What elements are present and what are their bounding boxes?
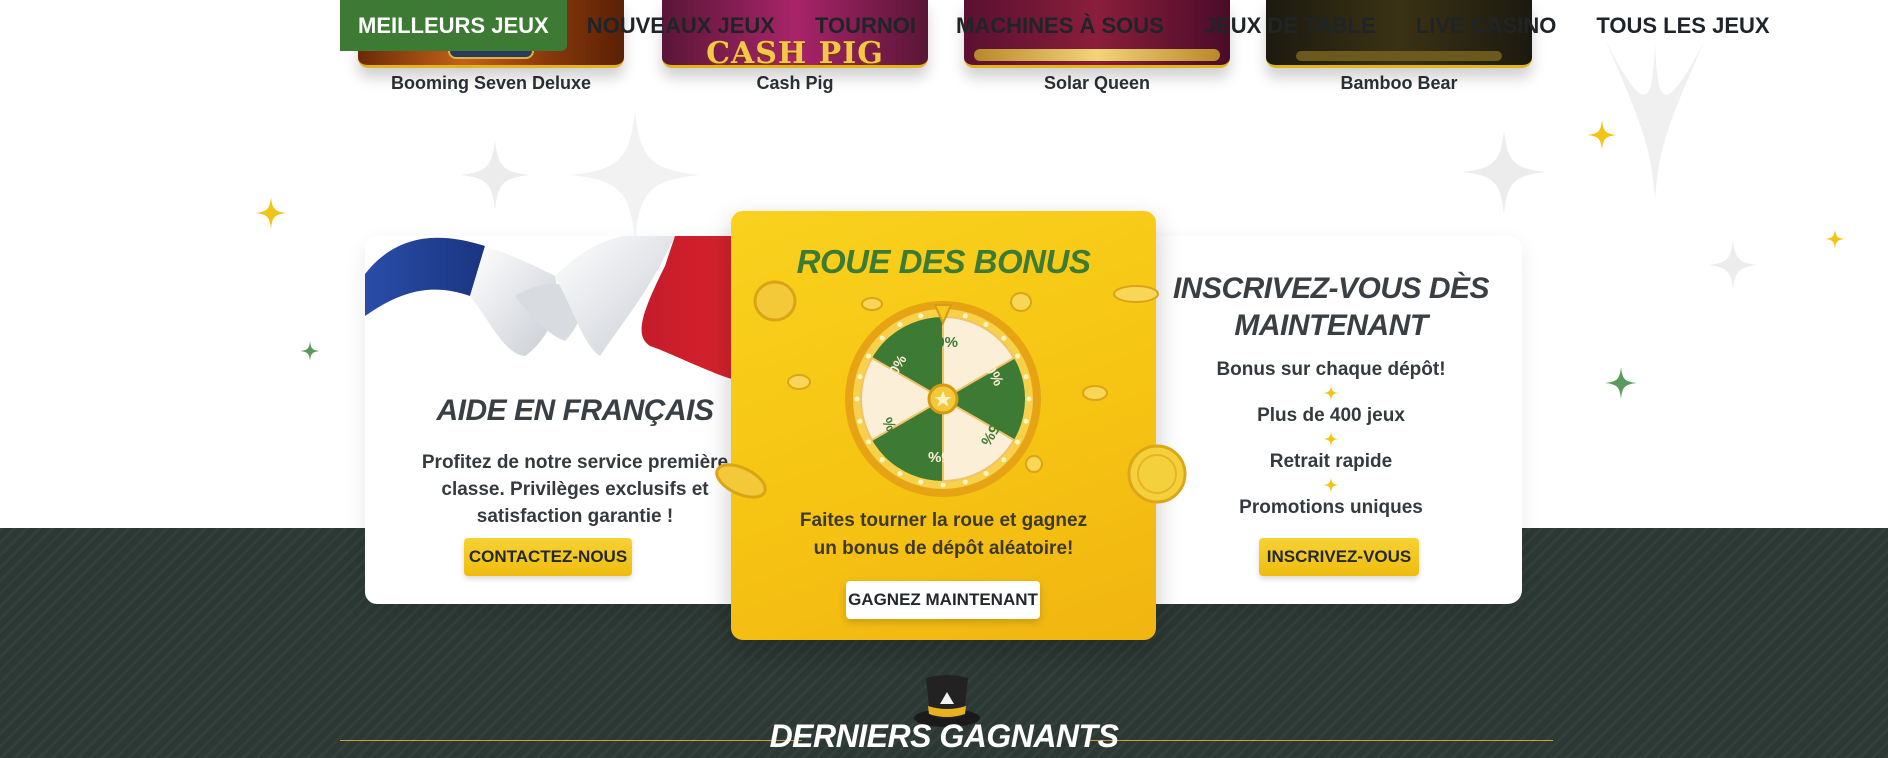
wheel-light	[918, 479, 924, 485]
contact-us-button[interactable]: CONTACTEZ-NOUS	[464, 538, 632, 576]
nav-tab-live-casino[interactable]: LIVE CASINO	[1396, 0, 1577, 51]
decorative-sparkle-icon	[1587, 120, 1617, 150]
wheel-segment-label: 25%	[928, 448, 958, 465]
decorative-sparkle-icon	[1605, 40, 1705, 200]
signup-feature-list: Bonus sur chaque dépôt! Plus de 400 jeux…	[1140, 358, 1522, 520]
bonus-wheel-card: ROUE DES BONUS 50% 30% 75% 25% 40% 100% …	[715, 211, 1187, 640]
wheel-light	[983, 470, 989, 476]
feature-item: Bonus sur chaque dépôt!	[1216, 359, 1446, 380]
game-category-nav: MEILLEURS JEUX NOUVEAUX JEUX TOURNOI MAC…	[340, 0, 1790, 51]
bonus-wheel-title: ROUE DES BONUS	[796, 243, 1091, 280]
wheel-light	[857, 374, 863, 380]
bonus-wheel[interactable]: 50% 30% 75% 25% 40% 100%	[843, 299, 1043, 499]
wheel-light	[866, 353, 872, 359]
gold-coin-icon	[1113, 285, 1159, 303]
decorative-sparkle-icon	[1462, 130, 1546, 214]
gold-coin-icon	[1082, 385, 1108, 401]
latest-winners-title: DERNIERS GAGNANTS	[769, 718, 1119, 754]
wheel-light	[857, 418, 863, 424]
wheel-light	[1023, 374, 1029, 380]
decorative-sparkle-icon	[1605, 367, 1637, 399]
decorative-sparkle-icon	[460, 140, 530, 210]
gold-coin-icon	[1127, 444, 1187, 504]
wheel-segment-label: 50%	[928, 334, 958, 351]
nav-tab-nouveaux-jeux[interactable]: NOUVEAUX JEUX	[567, 0, 795, 51]
wheel-light	[897, 470, 903, 476]
nav-tab-tous-les-jeux[interactable]: TOUS LES JEUX	[1576, 0, 1789, 51]
game-name[interactable]: Cash Pig	[662, 73, 928, 94]
gold-coin-icon	[753, 280, 797, 322]
decorative-sparkle-icon	[1708, 240, 1758, 290]
support-title: AIDE EN FRANÇAIS	[436, 394, 714, 427]
wheel-light	[1023, 418, 1029, 424]
bonus-wheel-description: Faites tourner la roue et gagnez un bonu…	[731, 507, 1156, 563]
win-now-button[interactable]: GAGNEZ MAINTENANT	[846, 581, 1040, 619]
wheel-light	[940, 482, 946, 488]
signup-title-line: MAINTENANT	[1234, 309, 1428, 342]
gold-coin-icon	[787, 374, 811, 390]
nav-tab-jeux-de-table[interactable]: JEUX DE TABLE	[1184, 0, 1396, 51]
feature-item: Plus de 400 jeux	[1257, 405, 1405, 426]
gold-coin-icon	[715, 463, 767, 499]
support-card: AIDE EN FRANÇAIS Profitez de notre servi…	[365, 236, 785, 604]
game-name[interactable]: Booming Seven Deluxe	[358, 73, 624, 94]
wheel-light	[1026, 396, 1032, 402]
sparkle-separator-icon	[1323, 385, 1339, 401]
wheel-light	[1014, 353, 1020, 359]
wheel-light	[854, 396, 860, 402]
wheel-light	[879, 335, 885, 341]
signup-button[interactable]: INSCRIVEZ-VOUS	[1259, 538, 1419, 576]
wheel-light	[962, 313, 968, 319]
decorative-sparkle-icon	[570, 110, 700, 240]
sparkle-separator-icon	[1323, 477, 1339, 493]
feature-item: Retrait rapide	[1269, 451, 1393, 472]
decorative-sparkle-icon	[300, 341, 320, 361]
wheel-light	[962, 479, 968, 485]
support-description-line: satisfaction garantie !	[476, 506, 674, 527]
signup-title: INSCRIVEZ-VOUS DÈS MAINTENANT	[1140, 270, 1522, 344]
bonus-wheel-description-line: un bonus de dépôt aléatoire!	[813, 538, 1074, 559]
nav-tab-machines-a-sous[interactable]: MACHINES À SOUS	[936, 0, 1184, 51]
decorative-sparkle-icon	[1825, 229, 1845, 249]
nav-tab-meilleurs-jeux[interactable]: MEILLEURS JEUX	[340, 0, 567, 51]
wheel-light	[1001, 335, 1007, 341]
signup-card: INSCRIVEZ-VOUS DÈS MAINTENANT Bonus sur …	[1140, 236, 1522, 604]
wheel-light	[1001, 457, 1007, 463]
signup-title-line: INSCRIVEZ-VOUS DÈS	[1172, 272, 1490, 305]
wheel-light	[866, 439, 872, 445]
nav-tab-tournoi[interactable]: TOURNOI	[795, 0, 936, 51]
wheel-light	[1014, 439, 1020, 445]
feature-item: Promotions uniques	[1239, 497, 1423, 518]
game-name[interactable]: Solar Queen	[964, 73, 1230, 94]
wheel-light	[918, 313, 924, 319]
decorative-sparkle-icon	[255, 197, 287, 229]
wheel-light	[983, 322, 989, 328]
wheel-light	[879, 457, 885, 463]
wheel-light	[897, 322, 903, 328]
sparkle-separator-icon	[1323, 431, 1339, 447]
french-flag-image	[365, 236, 785, 384]
bonus-wheel-description-line: Faites tourner la roue et gagnez	[799, 510, 1088, 531]
game-name[interactable]: Bamboo Bear	[1266, 73, 1532, 94]
